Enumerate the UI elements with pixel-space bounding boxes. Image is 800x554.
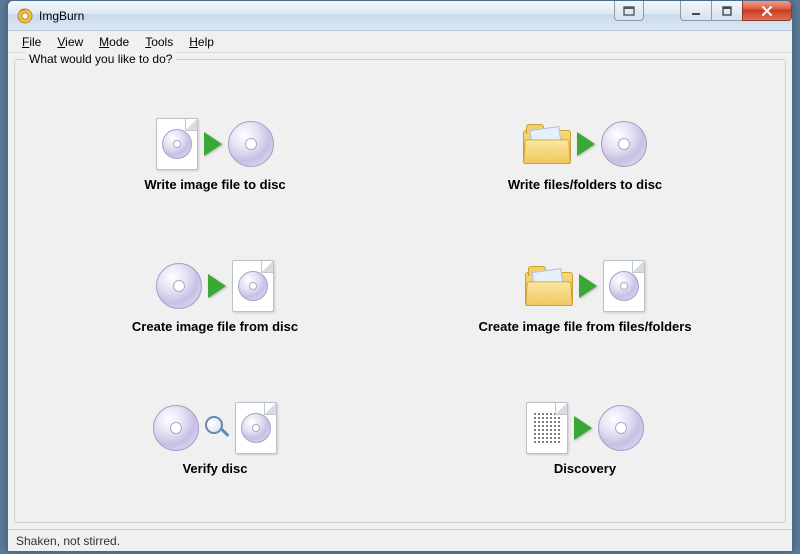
- folder-icon: [523, 124, 571, 164]
- arrow-right-icon: [208, 274, 226, 298]
- menu-mode[interactable]: Mode: [91, 33, 137, 51]
- action-icons: [156, 115, 274, 173]
- action-icons: [153, 399, 277, 457]
- image-file-icon: [603, 260, 645, 312]
- arrow-right-icon: [574, 416, 592, 440]
- action-grid: Write image file to disc Write files/fol…: [25, 78, 775, 512]
- arrow-right-icon: [579, 274, 597, 298]
- menu-file-rest: ile: [29, 35, 41, 49]
- action-icons: [523, 115, 647, 173]
- action-write-image-to-disc[interactable]: Write image file to disc: [45, 84, 385, 222]
- disc-icon: [228, 121, 274, 167]
- image-file-icon: [235, 402, 277, 454]
- ez-mode-group: What would you like to do? Write image f…: [14, 59, 786, 523]
- action-label: Verify disc: [182, 461, 247, 476]
- action-label: Discovery: [554, 461, 616, 476]
- magnifier-icon: [205, 416, 229, 440]
- minimize-button[interactable]: [680, 1, 712, 21]
- menu-tools[interactable]: Tools: [137, 33, 181, 51]
- menu-file[interactable]: File: [14, 33, 49, 51]
- status-text: Shaken, not stirred.: [16, 534, 120, 548]
- group-label: What would you like to do?: [25, 52, 176, 66]
- action-write-files-to-disc[interactable]: Write files/folders to disc: [415, 84, 755, 222]
- disc-icon: [156, 263, 202, 309]
- window-controls: [681, 1, 792, 21]
- action-icons: [525, 257, 645, 315]
- menu-bar: File View Mode Tools Help File View Mode…: [8, 31, 792, 53]
- arrow-right-icon: [204, 132, 222, 156]
- titlebar[interactable]: ImgBurn: [8, 1, 792, 31]
- folder-icon: [525, 266, 573, 306]
- window-title: ImgBurn: [39, 9, 84, 23]
- disc-icon: [598, 405, 644, 451]
- status-bar: Shaken, not stirred.: [8, 529, 792, 551]
- action-label: Write files/folders to disc: [508, 177, 662, 192]
- action-verify-disc[interactable]: Verify disc: [45, 368, 385, 506]
- image-file-icon: [156, 118, 198, 170]
- arrow-right-icon: [577, 132, 595, 156]
- action-label: Create image file from files/folders: [478, 319, 691, 334]
- data-file-icon: [526, 402, 568, 454]
- action-create-image-from-disc[interactable]: Create image file from disc: [45, 226, 385, 364]
- app-icon: [17, 8, 33, 24]
- action-label: Write image file to disc: [144, 177, 285, 192]
- maximize-button[interactable]: [711, 1, 743, 21]
- disc-icon: [153, 405, 199, 451]
- menu-view[interactable]: View: [49, 33, 91, 51]
- action-icons: [526, 399, 644, 457]
- client-area: What would you like to do? Write image f…: [8, 53, 792, 529]
- main-window: ImgBurn File View Mode Tools Help File V…: [7, 0, 793, 552]
- action-discovery[interactable]: Discovery: [415, 368, 755, 506]
- action-create-image-from-files[interactable]: Create image file from files/folders: [415, 226, 755, 364]
- disc-icon: [601, 121, 647, 167]
- menu-help[interactable]: Help: [181, 33, 222, 51]
- action-icons: [156, 257, 274, 315]
- close-button[interactable]: [742, 1, 792, 21]
- image-file-icon: [232, 260, 274, 312]
- extra-titlebar-button[interactable]: [614, 1, 644, 21]
- action-label: Create image file from disc: [132, 319, 298, 334]
